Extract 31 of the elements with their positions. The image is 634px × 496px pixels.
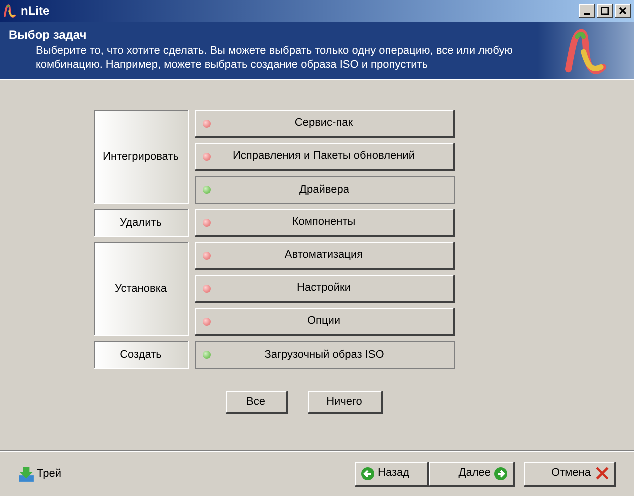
maximize-button[interactable] bbox=[597, 4, 613, 18]
tray-button[interactable]: Трей bbox=[18, 466, 62, 482]
group-label: Удалить bbox=[94, 209, 188, 237]
task-button[interactable]: Исправления и Пакеты обновлений bbox=[194, 143, 454, 171]
back-button[interactable]: Назад bbox=[355, 462, 429, 486]
close-button[interactable] bbox=[615, 4, 631, 18]
next-button[interactable]: Далее bbox=[429, 462, 515, 486]
arrow-right-icon bbox=[494, 466, 508, 480]
task-button[interactable]: Автоматизация bbox=[194, 242, 454, 270]
task-button[interactable]: Компоненты bbox=[194, 209, 454, 237]
app-logo-icon bbox=[3, 3, 17, 19]
task-button[interactable]: Загрузочный образ ISO bbox=[194, 341, 454, 369]
select-button[interactable]: Ничего bbox=[308, 391, 382, 414]
task-button[interactable]: Сервис-пак bbox=[194, 110, 454, 138]
group-label: Установка bbox=[94, 242, 188, 336]
arrow-left-icon bbox=[361, 466, 375, 480]
group-label: Создать bbox=[94, 341, 188, 369]
header-description: Выберите то, что хотите сделать. Вы можете выбрать только одну операцию, все или любую комбинацию. Например, можете выбрать создание образа ISO и пропустить bbox=[35, 44, 514, 72]
window-title: nLite bbox=[21, 3, 50, 20]
cancel-button[interactable]: Отмена bbox=[524, 462, 616, 486]
minimize-button[interactable] bbox=[579, 4, 595, 18]
tray-icon bbox=[18, 466, 35, 482]
close-icon bbox=[596, 467, 609, 480]
task-button[interactable]: Настройки bbox=[194, 275, 454, 303]
header-title: Выбор задач bbox=[9, 28, 88, 42]
close-icon bbox=[619, 7, 627, 15]
task-button[interactable]: Драйвера bbox=[194, 176, 454, 204]
maximize-icon bbox=[601, 7, 609, 15]
group-label: Интегрировать bbox=[94, 110, 188, 204]
task-button[interactable]: Опции bbox=[194, 308, 454, 336]
select-button[interactable]: Все bbox=[226, 391, 288, 414]
